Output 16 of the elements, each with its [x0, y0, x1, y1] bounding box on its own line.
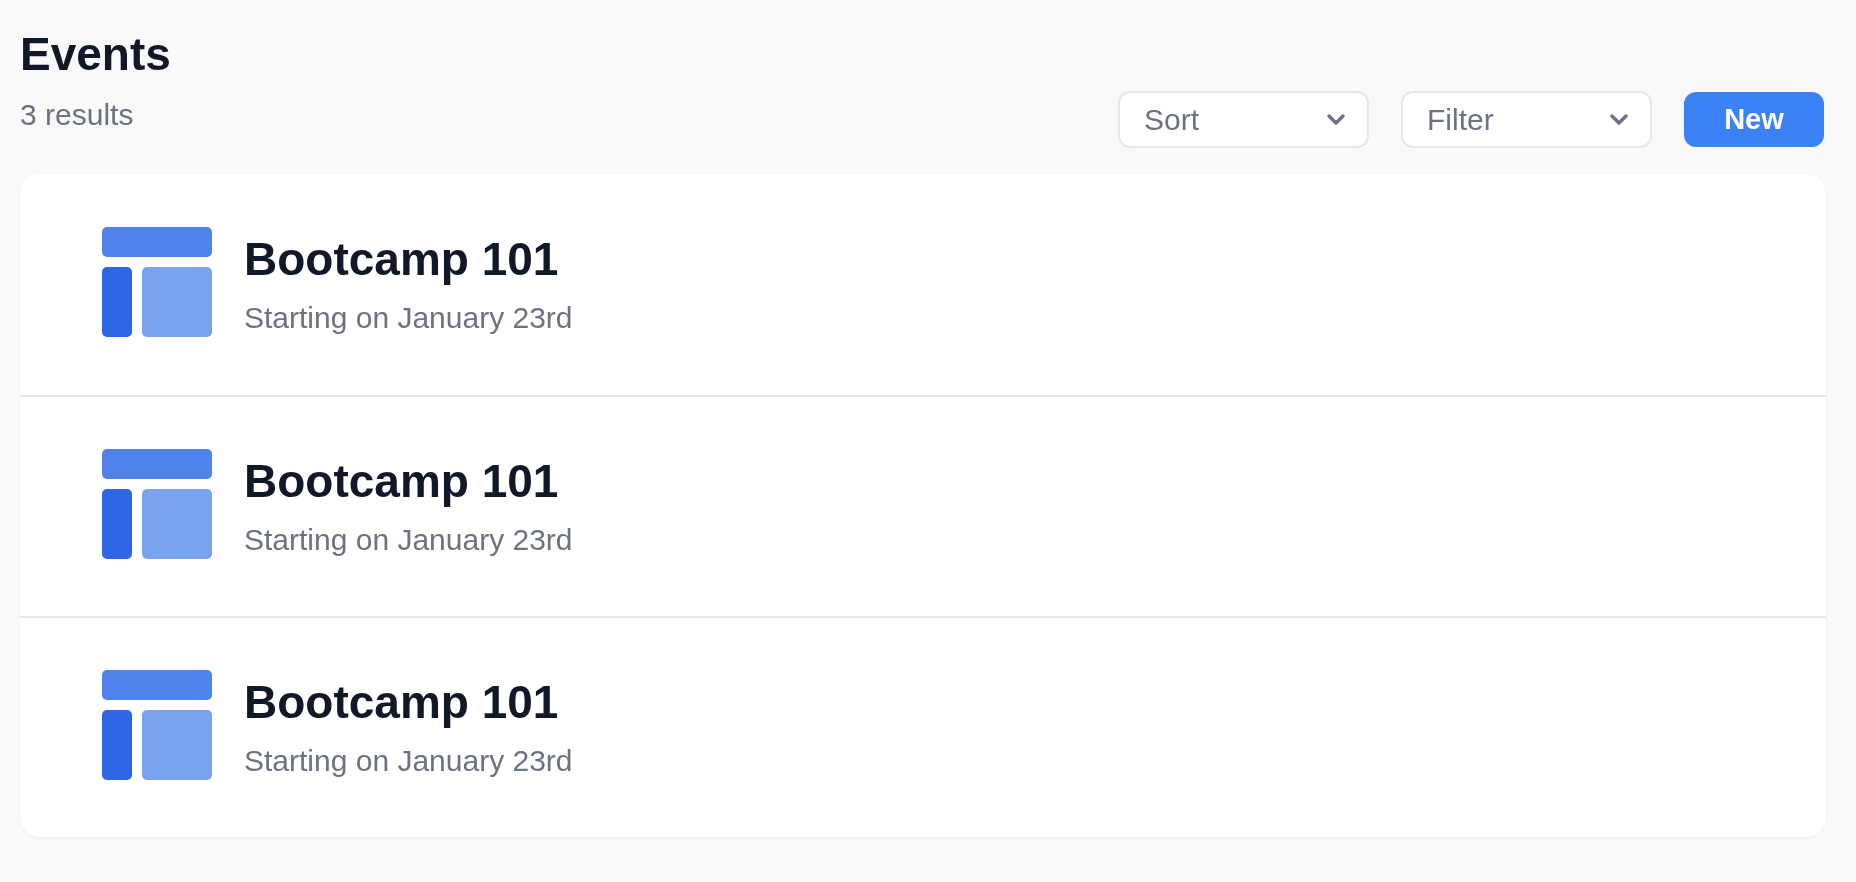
event-date: Starting on January 23rd [244, 522, 573, 558]
page-title: Events [20, 27, 171, 82]
result-count: 3 results [20, 97, 135, 133]
event-date: Starting on January 23rd [244, 743, 573, 779]
chevron-down-icon [1327, 113, 1345, 126]
layout-icon [102, 226, 212, 337]
event-title[interactable]: Bootcamp 101 [244, 232, 573, 286]
layout-icon [102, 448, 212, 559]
dropdown[interactable]: Sort [1118, 91, 1369, 148]
layout-icon [102, 669, 212, 780]
new-button[interactable]: New [1684, 92, 1824, 147]
dropdown[interactable]: Filter [1401, 91, 1652, 148]
event-title[interactable]: Bootcamp 101 [244, 675, 573, 729]
event-date: Starting on January 23rd [244, 300, 573, 336]
event-title[interactable]: Bootcamp 101 [244, 454, 573, 508]
chevron-down-icon [1610, 113, 1628, 126]
